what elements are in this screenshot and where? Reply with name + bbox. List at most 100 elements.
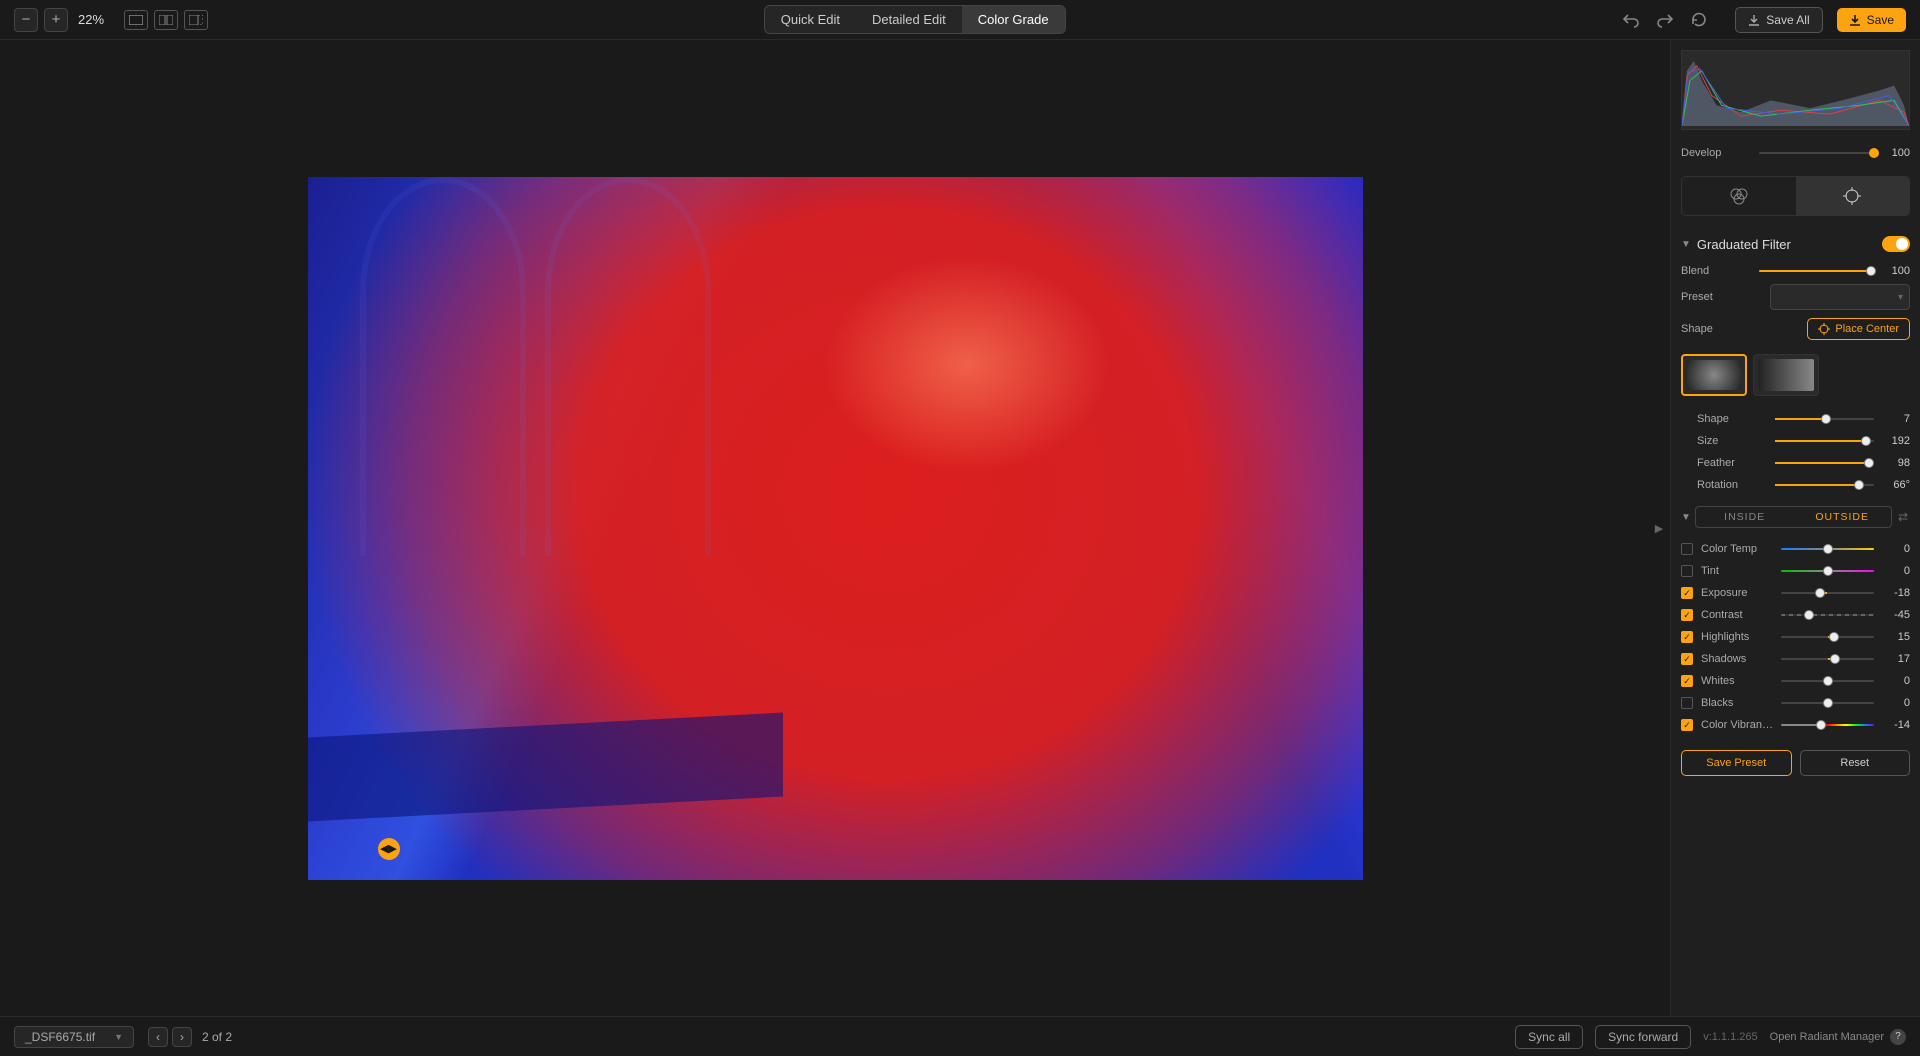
blend-track[interactable]: [1759, 270, 1874, 272]
shape-param-track[interactable]: [1775, 418, 1874, 420]
exposure-label: Exposure: [1701, 587, 1773, 599]
shadows-slider[interactable]: Shadows17: [1681, 648, 1910, 670]
canvas-area[interactable]: ◀▶ ▲: [0, 40, 1670, 1016]
prev-button[interactable]: ‹: [148, 1027, 168, 1047]
contrast-slider[interactable]: Contrast-45: [1681, 604, 1910, 626]
highlights-checkbox[interactable]: [1681, 631, 1693, 643]
graduated-filter-toggle[interactable]: [1882, 236, 1910, 252]
size-slider[interactable]: Size 192: [1697, 430, 1910, 452]
highlights-label: Highlights: [1701, 631, 1773, 643]
view-compare-icon[interactable]: [184, 10, 208, 30]
rotation-slider[interactable]: Rotation 66°: [1697, 474, 1910, 496]
shape-radial-thumb[interactable]: [1681, 354, 1747, 396]
view-single-icon[interactable]: [124, 10, 148, 30]
exposure-slider[interactable]: Exposure-18: [1681, 582, 1910, 604]
color-temp-slider[interactable]: Color Temp0: [1681, 538, 1910, 560]
shape-slider[interactable]: Shape 7: [1697, 408, 1910, 430]
histogram[interactable]: [1681, 50, 1910, 130]
blacks-label: Blacks: [1701, 697, 1773, 709]
develop-track[interactable]: [1759, 152, 1874, 154]
save-all-button[interactable]: Save All: [1735, 7, 1822, 33]
panel-actions: Save Preset Reset: [1681, 750, 1910, 776]
color-vibrance-value: -14: [1882, 719, 1910, 731]
canvas-image[interactable]: ◀▶ ▲: [308, 177, 1363, 880]
swap-icon[interactable]: ⇄: [1896, 510, 1910, 524]
chevron-down-icon[interactable]: ▼: [1681, 512, 1691, 523]
shadows-track[interactable]: [1781, 658, 1874, 660]
exposure-checkbox[interactable]: [1681, 587, 1693, 599]
preset-row: Preset ▾: [1681, 286, 1910, 308]
shape-linear-thumb[interactable]: [1753, 354, 1819, 396]
before-after-handle-icon[interactable]: ◀▶: [378, 838, 400, 860]
target-mode-icon[interactable]: [1796, 177, 1910, 215]
view-split-icon[interactable]: [154, 10, 178, 30]
chevron-down-icon: ▼: [1681, 239, 1691, 250]
shape-thumbs: [1681, 354, 1910, 396]
tint-checkbox[interactable]: [1681, 565, 1693, 577]
color-wheel-mode-icon[interactable]: [1682, 177, 1796, 215]
rotation-track[interactable]: [1775, 484, 1874, 486]
redo-icon[interactable]: [1655, 10, 1675, 30]
shadows-label: Shadows: [1701, 653, 1773, 665]
tint-track[interactable]: [1781, 570, 1874, 572]
tab-quick-edit[interactable]: Quick Edit: [765, 6, 856, 33]
next-button[interactable]: ›: [172, 1027, 192, 1047]
feather-slider[interactable]: Feather 98: [1697, 452, 1910, 474]
contrast-label: Contrast: [1701, 609, 1773, 621]
preset-select[interactable]: ▾: [1770, 284, 1910, 310]
color-vibrance-slider[interactable]: Color Vibrance-14: [1681, 714, 1910, 736]
size-track[interactable]: [1775, 440, 1874, 442]
zoom-group: − + 22%: [14, 8, 104, 32]
tab-detailed-edit[interactable]: Detailed Edit: [856, 6, 962, 33]
reset-button[interactable]: Reset: [1800, 750, 1911, 776]
highlights-slider[interactable]: Highlights15: [1681, 626, 1910, 648]
blacks-checkbox[interactable]: [1681, 697, 1693, 709]
sync-all-button[interactable]: Sync all: [1515, 1025, 1583, 1049]
blacks-track[interactable]: [1781, 702, 1874, 704]
sync-forward-button[interactable]: Sync forward: [1595, 1025, 1691, 1049]
file-select[interactable]: _DSF6675.tif ▼: [14, 1026, 134, 1048]
contrast-checkbox[interactable]: [1681, 609, 1693, 621]
zoom-in-button[interactable]: +: [44, 8, 68, 32]
color-vibrance-checkbox[interactable]: [1681, 719, 1693, 731]
save-all-label: Save All: [1766, 13, 1809, 27]
blacks-slider[interactable]: Blacks 0: [1681, 692, 1910, 714]
tab-color-grade[interactable]: Color Grade: [962, 6, 1065, 33]
refresh-icon[interactable]: [1689, 10, 1709, 30]
feather-label: Feather: [1697, 457, 1767, 469]
nav-buttons: ‹ ›: [148, 1027, 192, 1047]
contrast-track[interactable]: [1781, 614, 1874, 616]
zoom-out-button[interactable]: −: [14, 8, 38, 32]
tab-inside[interactable]: INSIDE: [1696, 507, 1794, 527]
right-panel-toggle-icon[interactable]: ▶: [1650, 514, 1668, 542]
blacks-value: 0: [1882, 697, 1910, 709]
color-vibrance-track[interactable]: [1781, 724, 1874, 726]
tab-outside[interactable]: OUTSIDE: [1793, 507, 1891, 527]
shape-label: Shape: [1681, 323, 1713, 335]
exposure-track[interactable]: [1781, 592, 1874, 594]
open-manager-link[interactable]: Open Radiant Manager ?: [1770, 1029, 1906, 1045]
save-button[interactable]: Save: [1837, 8, 1906, 32]
rotation-label: Rotation: [1697, 479, 1767, 491]
highlights-track[interactable]: [1781, 636, 1874, 638]
whites-slider[interactable]: Whites0: [1681, 670, 1910, 692]
tint-slider[interactable]: Tint0: [1681, 560, 1910, 582]
blend-slider[interactable]: Blend 100: [1681, 260, 1910, 282]
feather-track[interactable]: [1775, 462, 1874, 464]
undo-icon[interactable]: [1621, 10, 1641, 30]
topbar-right: Save All Save: [1621, 7, 1906, 33]
place-center-button[interactable]: Place Center: [1807, 318, 1910, 340]
help-icon[interactable]: ?: [1890, 1029, 1906, 1045]
save-preset-button[interactable]: Save Preset: [1681, 750, 1792, 776]
whites-checkbox[interactable]: [1681, 675, 1693, 687]
main: ▶ ◀▶ ▲ ▶ Develop 100: [0, 40, 1920, 1016]
color-temp-track[interactable]: [1781, 548, 1874, 550]
image-arches: [360, 177, 729, 599]
graduated-filter-header[interactable]: ▼ Graduated Filter: [1681, 236, 1910, 252]
develop-slider[interactable]: Develop 100: [1681, 142, 1910, 164]
panel-view-toggle: [1681, 176, 1910, 216]
whites-track[interactable]: [1781, 680, 1874, 682]
color-temp-checkbox[interactable]: [1681, 543, 1693, 555]
feather-value: 98: [1882, 457, 1910, 469]
shadows-checkbox[interactable]: [1681, 653, 1693, 665]
